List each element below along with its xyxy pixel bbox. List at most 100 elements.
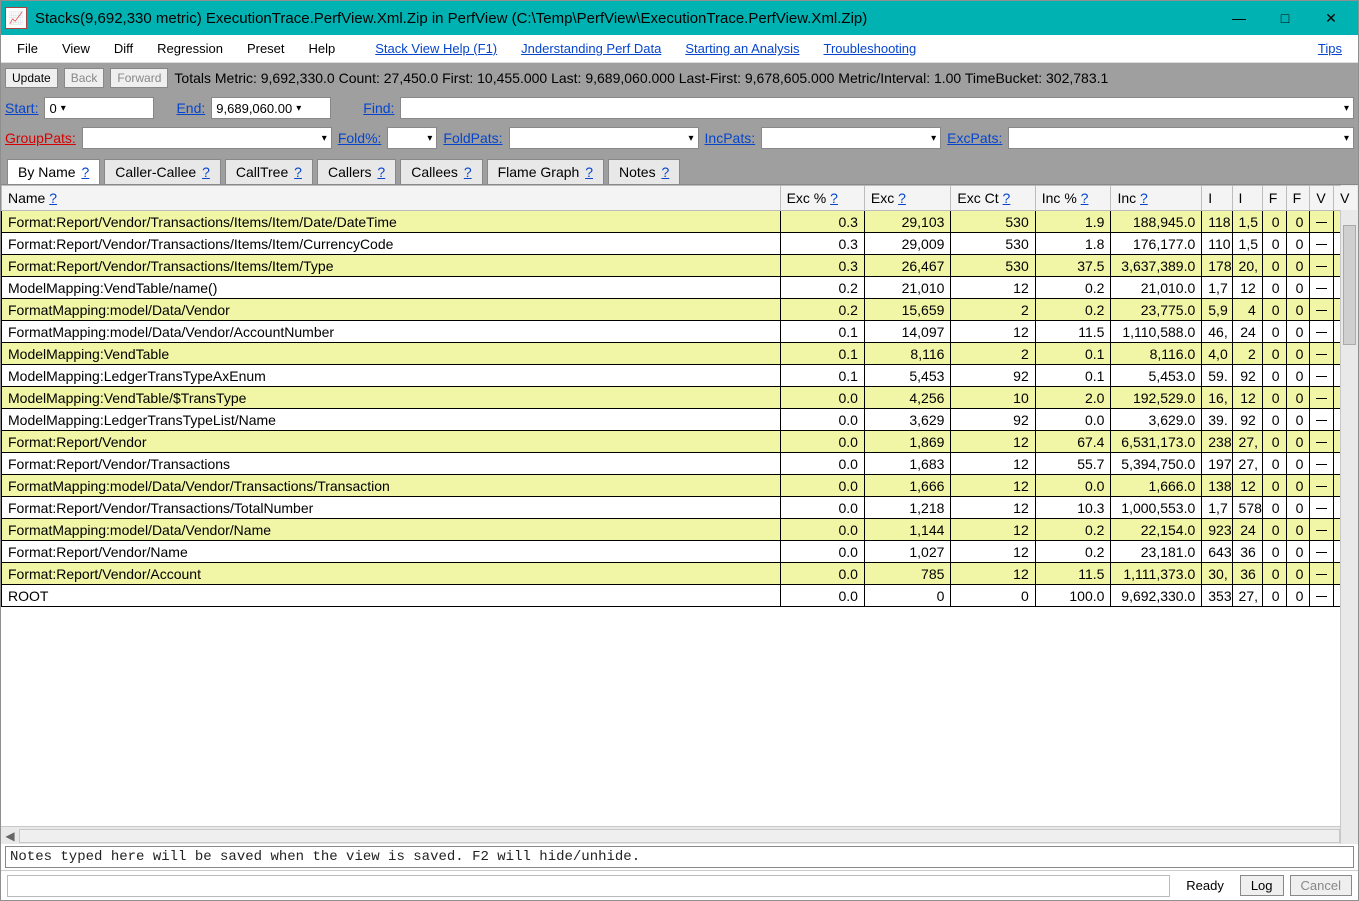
menu-regression[interactable]: Regression xyxy=(147,38,233,59)
table-row[interactable]: ModelMapping:VendTable/$TransType0.04,25… xyxy=(2,387,1358,409)
tab-callers[interactable]: Callers ? xyxy=(317,159,396,184)
table-row[interactable]: Format:Report/Vendor/Name0.01,027120.223… xyxy=(2,541,1358,563)
menu-view[interactable]: View xyxy=(52,38,100,59)
help-icon[interactable]: ? xyxy=(202,164,210,180)
table-row[interactable]: ModelMapping:LedgerTransTypeAxEnum0.15,4… xyxy=(2,365,1358,387)
help-icon[interactable]: ? xyxy=(830,190,838,206)
table-row[interactable]: Format:Report/Vendor/Transactions/Items/… xyxy=(2,255,1358,277)
table-row[interactable]: Format:Report/Vendor/Transactions/Items/… xyxy=(2,233,1358,255)
start-label[interactable]: Start: xyxy=(5,100,38,116)
tab-flame-graph[interactable]: Flame Graph ? xyxy=(487,159,604,184)
table-row[interactable]: FormatMapping:model/Data/Vendor/Name0.01… xyxy=(2,519,1358,541)
maximize-button[interactable]: □ xyxy=(1262,3,1308,33)
help-icon[interactable]: ? xyxy=(294,164,302,180)
table-row[interactable]: ModelMapping:LedgerTransTypeList/Name0.0… xyxy=(2,409,1358,431)
table-row[interactable]: Format:Report/Vendor/Account0.07851211.5… xyxy=(2,563,1358,585)
cell-extra: 27, xyxy=(1232,431,1262,453)
notes-field[interactable]: Notes typed here will be saved when the … xyxy=(5,846,1354,868)
grouppats-combo[interactable]: ▾ xyxy=(82,127,332,149)
link-understanding-perf[interactable]: Jnderstanding Perf Data xyxy=(511,38,671,59)
incpats-combo[interactable]: ▾ xyxy=(761,127,941,149)
link-tips[interactable]: Tips xyxy=(1308,38,1352,59)
scroll-left-icon[interactable]: ◀ xyxy=(1,829,19,843)
help-icon[interactable]: ? xyxy=(1003,190,1011,206)
cell-extra: 0 xyxy=(1286,343,1310,365)
excpats-combo[interactable]: ▾ xyxy=(1008,127,1354,149)
back-button[interactable]: Back xyxy=(64,68,105,88)
col-header[interactable]: Exc ? xyxy=(864,186,951,211)
col-header[interactable]: F xyxy=(1262,186,1286,211)
tab-caller-callee[interactable]: Caller-Callee ? xyxy=(104,159,221,184)
menu-file[interactable]: File xyxy=(7,38,48,59)
log-button[interactable]: Log xyxy=(1240,875,1284,896)
forward-button[interactable]: Forward xyxy=(110,68,168,88)
table-row[interactable]: ModelMapping:VendTable0.18,11620.18,116.… xyxy=(2,343,1358,365)
status-field[interactable] xyxy=(7,875,1170,897)
tab-label: Callees xyxy=(411,164,462,180)
link-troubleshooting[interactable]: Troubleshooting xyxy=(814,38,927,59)
help-icon[interactable]: ? xyxy=(377,164,385,180)
col-header[interactable]: Inc ? xyxy=(1111,186,1202,211)
col-header[interactable]: I xyxy=(1232,186,1262,211)
table-row[interactable]: Format:Report/Vendor0.01,8691267.46,531,… xyxy=(2,431,1358,453)
col-header[interactable]: F xyxy=(1286,186,1310,211)
foldpct-combo[interactable]: ▾ xyxy=(387,127,437,149)
col-header[interactable]: V xyxy=(1334,186,1358,211)
col-header[interactable]: Exc % ? xyxy=(780,186,864,211)
end-label[interactable]: End: xyxy=(176,100,205,116)
menu-preset[interactable]: Preset xyxy=(237,38,295,59)
update-button[interactable]: Update xyxy=(5,68,58,88)
table-row[interactable]: FormatMapping:model/Data/Vendor0.215,659… xyxy=(2,299,1358,321)
minimize-button[interactable]: — xyxy=(1216,3,1262,33)
vertical-scrollbar[interactable] xyxy=(1340,185,1358,844)
tab-notes[interactable]: Notes ? xyxy=(608,159,680,184)
help-icon[interactable]: ? xyxy=(49,190,57,206)
col-header[interactable]: I xyxy=(1202,186,1232,211)
help-icon[interactable]: ? xyxy=(585,164,593,180)
cell-inc: 22,154.0 xyxy=(1111,519,1202,541)
help-icon[interactable]: ? xyxy=(464,164,472,180)
table-row[interactable]: ROOT0.000100.09,692,330.035327,00 xyxy=(2,585,1358,607)
help-icon[interactable]: ? xyxy=(898,190,906,206)
help-icon[interactable]: ? xyxy=(81,164,89,180)
cancel-button[interactable]: Cancel xyxy=(1290,875,1352,896)
cell-name: FormatMapping:model/Data/Vendor/AccountN… xyxy=(2,321,781,343)
horizontal-scrollbar[interactable]: ◀ ▶ xyxy=(1,826,1358,844)
menu-diff[interactable]: Diff xyxy=(104,38,143,59)
col-header[interactable]: Inc % ? xyxy=(1035,186,1111,211)
foldpats-label[interactable]: FoldPats: xyxy=(443,130,502,146)
tab-label: CallTree xyxy=(236,164,292,180)
menu-help[interactable]: Help xyxy=(299,38,346,59)
start-combo[interactable]: 0▾ xyxy=(44,97,154,119)
link-starting-analysis[interactable]: Starting an Analysis xyxy=(675,38,809,59)
link-stack-view-help[interactable]: Stack View Help (F1) xyxy=(365,38,507,59)
foldpats-combo[interactable]: ▾ xyxy=(509,127,699,149)
table-row[interactable]: Format:Report/Vendor/Transactions/Items/… xyxy=(2,211,1358,233)
help-icon[interactable]: ? xyxy=(1140,190,1148,206)
end-combo[interactable]: 9,689,060.00▾ xyxy=(211,97,331,119)
table-row[interactable]: Format:Report/Vendor/Transactions/TotalN… xyxy=(2,497,1358,519)
table-row[interactable]: FormatMapping:model/Data/Vendor/AccountN… xyxy=(2,321,1358,343)
scroll-thumb[interactable] xyxy=(1343,225,1356,345)
table-row[interactable]: ModelMapping:VendTable/name()0.221,01012… xyxy=(2,277,1358,299)
tab-callees[interactable]: Callees ? xyxy=(400,159,482,184)
table-row[interactable]: Format:Report/Vendor/Transactions0.01,68… xyxy=(2,453,1358,475)
col-header[interactable]: Exc Ct ? xyxy=(951,186,1035,211)
table-row[interactable]: FormatMapping:model/Data/Vendor/Transact… xyxy=(2,475,1358,497)
cell-exc-pct: 0.0 xyxy=(780,431,864,453)
grid-scroll[interactable]: Name ?Exc % ?Exc ?Exc Ct ?Inc % ?Inc ?I … xyxy=(1,185,1358,826)
incpats-label[interactable]: IncPats: xyxy=(705,130,756,146)
help-icon[interactable]: ? xyxy=(1081,190,1089,206)
grouppats-label[interactable]: GroupPats: xyxy=(5,130,76,146)
close-button[interactable]: ✕ xyxy=(1308,3,1354,33)
tab-by-name[interactable]: By Name ? xyxy=(7,159,100,184)
col-header[interactable]: Name ? xyxy=(2,186,781,211)
tab-calltree[interactable]: CallTree ? xyxy=(225,159,313,184)
foldpct-label[interactable]: Fold%: xyxy=(338,130,382,146)
help-icon[interactable]: ? xyxy=(661,164,669,180)
excpats-label[interactable]: ExcPats: xyxy=(947,130,1002,146)
find-combo[interactable]: ▾ xyxy=(400,97,1354,119)
scroll-track[interactable] xyxy=(19,829,1340,843)
find-label[interactable]: Find: xyxy=(363,100,394,116)
col-header[interactable]: V xyxy=(1310,186,1334,211)
